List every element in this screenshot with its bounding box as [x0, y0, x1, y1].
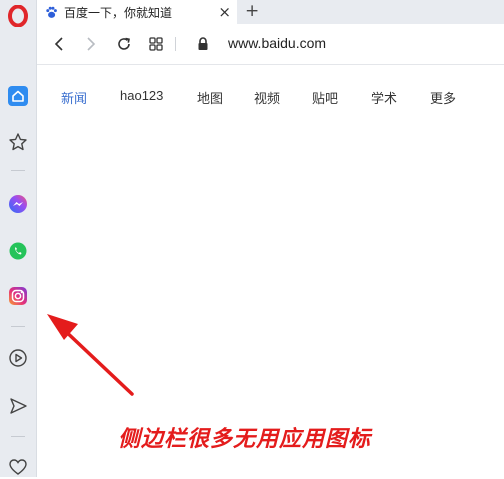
annotation-text: 侧边栏很多无用应用图标 [118, 426, 372, 452]
annotation-arrow [47, 314, 134, 396]
